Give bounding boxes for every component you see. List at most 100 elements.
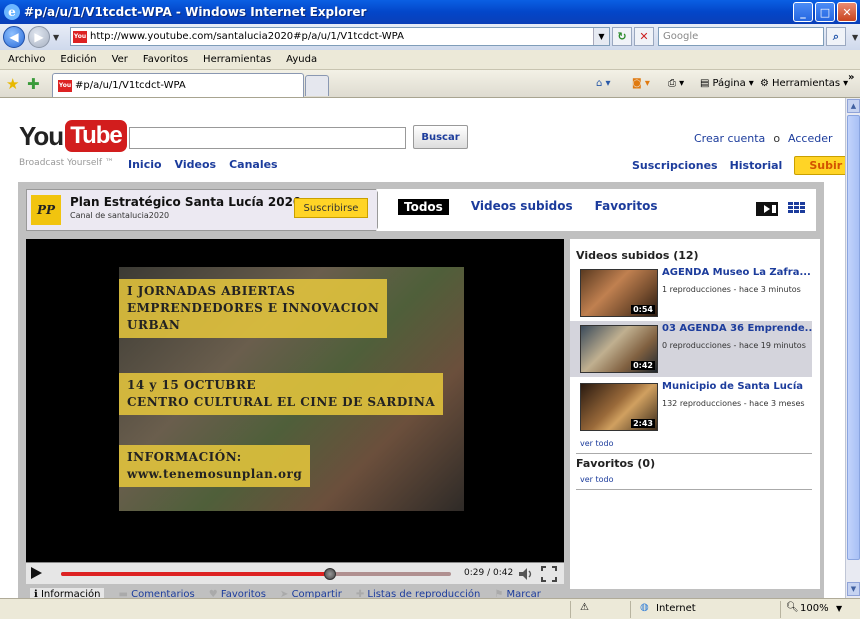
zone-label: Internet	[656, 603, 696, 614]
tab-favoritos[interactable]: Favoritos	[595, 199, 658, 215]
info-tab-favoritos[interactable]: ♥ Favoritos	[209, 589, 266, 599]
home-icon[interactable]: ⌂ ▾	[596, 78, 611, 89]
tab-todos[interactable]: Todos	[398, 199, 449, 215]
subscriptions-link[interactable]: Suscripciones	[632, 159, 718, 172]
nav-canales[interactable]: Canales	[229, 158, 278, 171]
upload-button[interactable]: Subir	[794, 156, 845, 175]
video-thumbnail[interactable]: 2:43	[580, 383, 658, 431]
back-button[interactable]: ◀	[3, 26, 25, 48]
maximize-button[interactable]: □	[815, 2, 835, 22]
comment-icon: ▬	[118, 588, 132, 599]
video-item-selected[interactable]: 0:42 03 AGENDA 36 Emprende... 0 reproduc…	[570, 321, 812, 377]
feeds-icon[interactable]: ◙ ▾	[632, 78, 650, 89]
refresh-icon[interactable]: ↻	[612, 27, 632, 46]
video-thumbnail[interactable]: 0:54	[580, 269, 658, 317]
video-player[interactable]: I JORNADAS ABIERTAS EMPRENDEDORES E INNO…	[26, 239, 564, 562]
info-tab-informacion[interactable]: ℹ Información	[30, 587, 105, 598]
video-title[interactable]: Municipio de Santa Lucía	[662, 381, 812, 392]
signin-link[interactable]: Acceder	[788, 132, 832, 145]
zoom-level[interactable]: 100%	[800, 603, 829, 614]
video-overlay-info: INFORMACIÓN: www.tenemosunplan.org	[119, 445, 311, 487]
print-icon[interactable]: ⎙ ▾	[668, 78, 684, 89]
nav-inicio[interactable]: Inicio	[128, 158, 162, 171]
address-field[interactable]: You http://www.youtube.com/santalucia202…	[70, 27, 610, 46]
video-title[interactable]: 03 AGENDA 36 Emprende...	[662, 323, 812, 334]
tools-menu-label: Herramientas	[771, 78, 841, 89]
youtube-search-button[interactable]: Buscar	[413, 125, 468, 149]
search-options-icon[interactable]: ▼	[852, 33, 858, 42]
info-tab-marcar[interactable]: ⚑ Marcar	[494, 589, 541, 599]
fullscreen-icon[interactable]	[541, 566, 557, 582]
tools-menu[interactable]: ⚙ Herramientas ▾	[760, 78, 848, 89]
tab-bar: ★ ✚ You #p/a/u/1/V1tcdct-WPA ⌂ ▾ ◙ ▾ ⎙ ▾…	[0, 70, 860, 98]
heart-icon: ♥	[208, 588, 221, 599]
window-titlebar: e #p/a/u/1/V1tcdct-WPA - Windows Interne…	[0, 0, 860, 24]
history-link[interactable]: Historial	[730, 159, 783, 172]
gear-icon: ⚙	[760, 78, 769, 89]
menu-ayuda[interactable]: Ayuda	[286, 54, 317, 65]
subscribe-button[interactable]: Suscribirse	[294, 198, 368, 218]
history-dropdown-icon[interactable]: ▼	[53, 33, 59, 42]
video-info-tabs: ℹ Información ▬ Comentarios ♥ Favoritos …	[26, 586, 564, 598]
create-account-link[interactable]: Crear cuenta	[694, 132, 765, 145]
address-dropdown-icon[interactable]: ▼	[593, 28, 609, 45]
nav-videos[interactable]: Videos	[175, 158, 217, 171]
video-title[interactable]: AGENDA Museo La Zafra...	[662, 267, 812, 278]
vertical-scrollbar[interactable]: ▲ ▼	[845, 98, 860, 598]
youtube-logo[interactable]: You Tube	[19, 120, 127, 152]
privacy-icon[interactable]: ⚠	[580, 602, 589, 613]
info-tab-label: Marcar	[506, 588, 541, 599]
stop-icon[interactable]: ✕	[634, 27, 654, 46]
minimize-button[interactable]: _	[793, 2, 813, 22]
progress-handle[interactable]	[324, 568, 337, 580]
youtube-search-input[interactable]	[129, 127, 406, 149]
ie-icon: e	[4, 4, 20, 20]
scroll-thumb[interactable]	[847, 115, 860, 560]
menu-archivo[interactable]: Archivo	[8, 54, 45, 65]
video-item[interactable]: 2:43 Municipio de Santa Lucía 132 reprod…	[570, 379, 812, 435]
youtube-nav: Inicio Videos Canales	[128, 158, 278, 171]
add-favorite-icon[interactable]: ✚	[27, 75, 40, 93]
add-icon: ✚	[355, 588, 368, 599]
uploads-heading: Videos subidos (12)	[576, 249, 699, 262]
logo-tube: Tube	[65, 120, 127, 152]
flag-icon: ⚑	[494, 588, 507, 599]
page-menu[interactable]: ▤ Página ▾	[700, 78, 754, 89]
grid-view-icon[interactable]	[788, 202, 806, 214]
menu-ver[interactable]: Ver	[112, 54, 128, 65]
window-title: #p/a/u/1/V1tcdct-WPA - Windows Internet …	[24, 5, 367, 19]
forward-button[interactable]: ▶	[28, 26, 50, 48]
tab-youtube[interactable]: You #p/a/u/1/V1tcdct-WPA	[52, 73, 304, 97]
info-tab-label: Listas de reproducción	[367, 588, 481, 599]
search-input[interactable]: Google	[658, 27, 824, 46]
scroll-down-icon[interactable]: ▼	[847, 582, 860, 596]
status-divider	[570, 601, 571, 618]
player-view-icon[interactable]	[756, 202, 778, 216]
info-tab-listas[interactable]: ✚ Listas de reproducción	[356, 589, 481, 599]
video-frame[interactable]: I JORNADAS ABIERTAS EMPRENDEDORES E INNO…	[119, 267, 464, 511]
search-go-icon[interactable]: ⌕	[826, 27, 846, 46]
video-meta: 1 reproducciones - hace 3 minutos	[662, 285, 801, 294]
new-tab-button[interactable]	[305, 75, 329, 96]
scroll-up-icon[interactable]: ▲	[847, 99, 860, 113]
menu-favoritos[interactable]: Favoritos	[143, 54, 188, 65]
menu-herramientas[interactable]: Herramientas	[203, 54, 271, 65]
uploads-see-all-link[interactable]: ver todo	[580, 439, 614, 448]
favorites-see-all-link[interactable]: ver todo	[580, 475, 614, 484]
page-icon: ▤	[700, 78, 710, 89]
close-button[interactable]: ✕	[837, 2, 857, 22]
toolbar-overflow-icon[interactable]: »	[848, 72, 854, 83]
info-tab-compartir[interactable]: ➤ Compartir	[280, 589, 342, 599]
menu-edicion[interactable]: Edición	[60, 54, 96, 65]
play-icon[interactable]	[31, 567, 42, 579]
zoom-dropdown-icon[interactable]: ▼	[836, 604, 842, 613]
tab-videos-subidos[interactable]: Videos subidos	[471, 199, 573, 215]
video-item[interactable]: 0:54 AGENDA Museo La Zafra... 1 reproduc…	[570, 265, 812, 321]
volume-icon[interactable]	[518, 567, 534, 581]
info-tab-comentarios[interactable]: ▬ Comentarios	[118, 589, 194, 599]
status-bar: ⚠ ◍ Internet 🔍︎ 100% ▼	[0, 598, 860, 619]
channel-logo[interactable]: PP	[31, 195, 61, 225]
video-thumbnail[interactable]: 0:42	[580, 325, 658, 373]
progress-track[interactable]	[61, 568, 451, 580]
favorites-star-icon[interactable]: ★	[6, 75, 19, 93]
